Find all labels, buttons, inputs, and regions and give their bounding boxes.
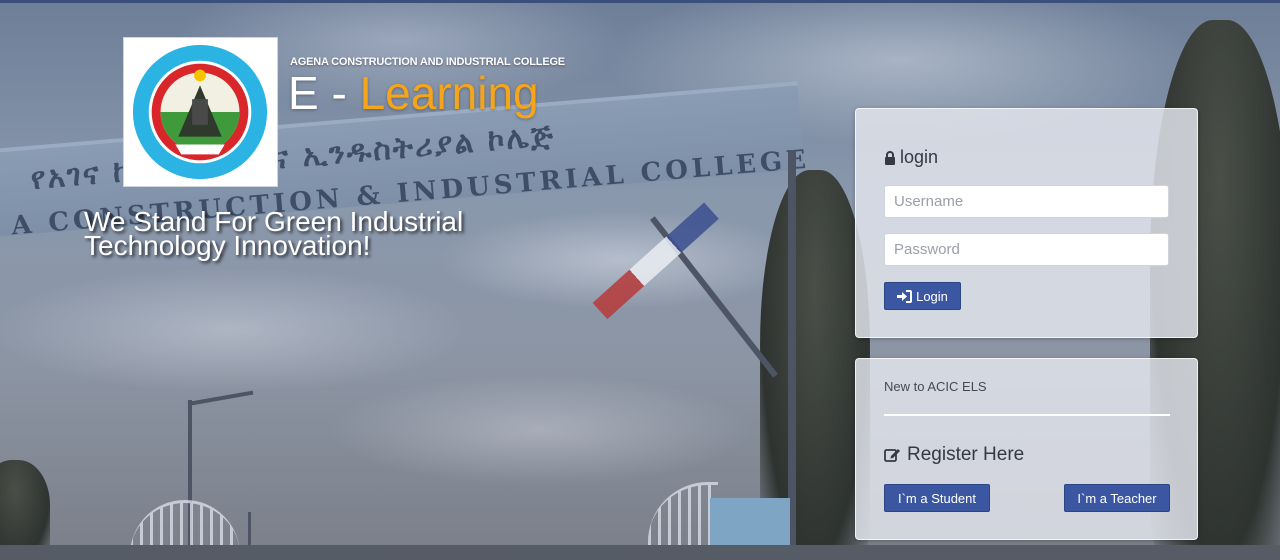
teacher-register-button[interactable]: I`m a Teacher	[1064, 484, 1170, 512]
password-input[interactable]	[884, 233, 1169, 266]
login-heading: login	[884, 147, 938, 168]
title-prefix: E	[288, 67, 319, 119]
username-input[interactable]	[884, 185, 1169, 218]
login-heading-label: login	[900, 147, 939, 167]
login-panel: login Login	[855, 108, 1198, 338]
tagline: We Stand For Green Industrial Technology…	[84, 206, 464, 261]
lock-icon	[884, 150, 896, 165]
student-register-button[interactable]: I`m a Student	[884, 484, 990, 512]
ground	[0, 545, 1280, 560]
register-heading-label: Register Here	[907, 444, 1025, 465]
sign-in-icon	[897, 289, 913, 303]
title-separator: -	[331, 67, 347, 119]
top-stripe	[0, 0, 1280, 3]
login-button[interactable]: Login	[884, 282, 961, 310]
register-heading: Register Here	[884, 444, 1024, 466]
register-panel: New to ACIC ELS Register Here I`m a Stud…	[855, 358, 1198, 540]
title-main: Learning	[359, 67, 539, 119]
edit-icon	[884, 447, 901, 463]
register-divider	[884, 414, 1170, 416]
college-logo	[123, 37, 278, 187]
new-to-text: New to ACIC ELS	[884, 379, 987, 394]
elearning-title: E - Learning	[288, 66, 539, 120]
login-button-label: Login	[916, 288, 948, 304]
